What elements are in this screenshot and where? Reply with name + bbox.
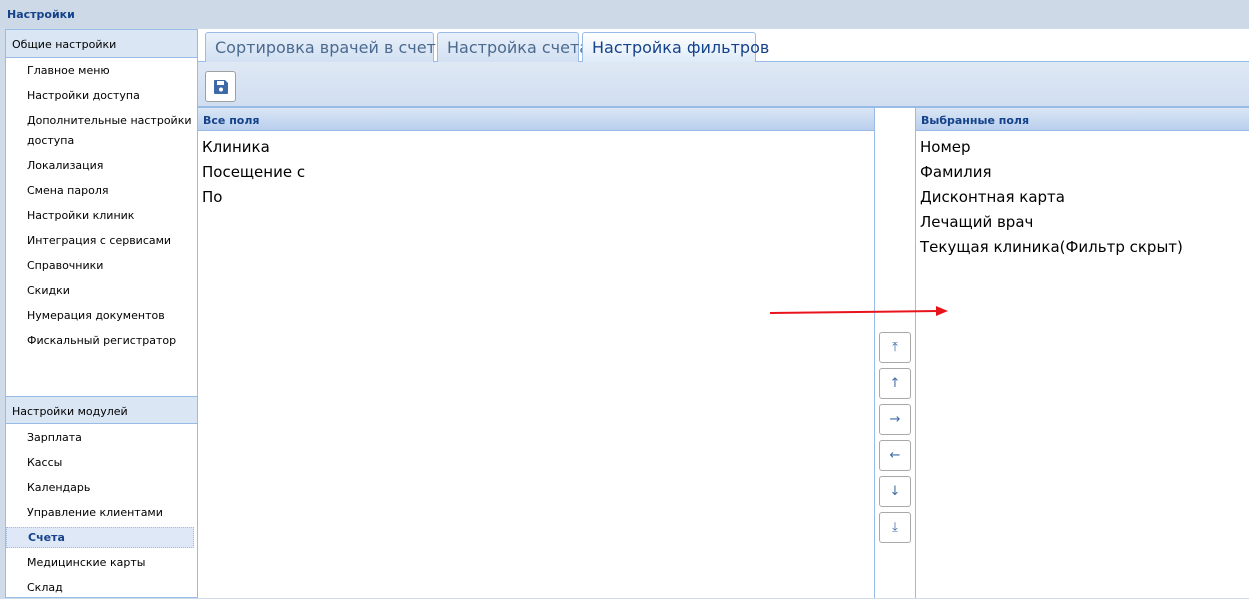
sidebar-item-discounts[interactable]: Скидки <box>6 281 194 302</box>
list-item[interactable]: Посещение с <box>202 163 305 181</box>
tab-doctor-sorting[interactable]: Сортировка врачей в счетах <box>205 32 455 62</box>
sidebar-item-cashboxes[interactable]: Кассы <box>6 453 194 474</box>
arrow-down-icon: ↓ <box>889 484 901 499</box>
sidebar-item-calendar[interactable]: Календарь <box>6 478 194 499</box>
all-fields-header: Все поля <box>198 108 874 131</box>
tab-invoice-settings[interactable]: Настройка счета <box>437 32 589 62</box>
save-button[interactable] <box>205 71 236 102</box>
list-item[interactable]: Лечащий врач <box>920 213 1033 231</box>
list-item[interactable]: По <box>202 188 222 206</box>
sidebar-item-clients[interactable]: Управление клиентами <box>6 503 194 524</box>
arrow-left-icon: ← <box>889 448 901 463</box>
all-fields-panel: Все поля Клиника Посещение с По <box>197 108 874 598</box>
sidebar-item-password[interactable]: Смена пароля <box>6 181 194 202</box>
sidebar-item-access[interactable]: Настройки доступа <box>6 86 194 107</box>
general-settings-header[interactable]: Общие настройки <box>6 30 197 58</box>
tab-bar: Сортировка врачей в счетах Настройка сче… <box>198 29 1249 62</box>
red-annotation-arrow-icon <box>769 306 948 316</box>
sidebar-item-numbering[interactable]: Нумерация документов <box>6 306 194 327</box>
sidebar-item-salary[interactable]: Зарплата <box>6 428 194 449</box>
toolbar <box>198 62 1249 108</box>
module-settings-header[interactable]: Настройки модулей <box>6 396 197 424</box>
tab-filter-settings[interactable]: Настройка фильтров <box>582 32 769 62</box>
sidebar-item-invoices[interactable]: Счета <box>6 527 194 548</box>
double-arrow-down-icon: ⤓ <box>892 520 898 535</box>
list-item[interactable]: Текущая клиника(Фильтр скрыт) <box>920 238 1183 256</box>
sidebar-item-clinics[interactable]: Настройки клиник <box>6 206 194 227</box>
sidebar-item-extra-access[interactable]: Дополнительные настройки доступа <box>6 111 194 152</box>
sidebar-item-main-menu[interactable]: Главное меню <box>6 61 194 82</box>
save-icon <box>213 79 228 94</box>
sidebar-item-medical-cards[interactable]: Медицинские карты <box>6 553 194 574</box>
settings-sidebar: Общие настройки Главное меню Настройки д… <box>5 29 198 598</box>
arrow-right-icon: → <box>889 412 901 427</box>
move-down-button[interactable]: ↓ <box>879 476 911 507</box>
selected-fields-header: Выбранные поля <box>916 108 1249 131</box>
double-arrow-up-icon: ⤒ <box>892 340 898 355</box>
move-up-button[interactable]: ↑ <box>879 368 911 399</box>
list-item[interactable]: Дисконтная карта <box>920 188 1065 206</box>
move-right-button[interactable]: → <box>879 404 911 435</box>
sidebar-item-localization[interactable]: Локализация <box>6 156 194 177</box>
move-bottom-button[interactable]: ⤓ <box>879 512 911 543</box>
arrow-up-icon: ↑ <box>889 376 901 391</box>
window-title: Настройки <box>0 0 1249 28</box>
list-item[interactable]: Фамилия <box>920 163 992 181</box>
sidebar-item-fiscal[interactable]: Фискальный регистратор <box>6 331 194 352</box>
list-item[interactable]: Клиника <box>202 138 270 156</box>
sidebar-item-warehouse[interactable]: Склад <box>6 578 194 599</box>
selected-fields-panel: Выбранные поля Номер Фамилия Дисконтная … <box>915 108 1249 598</box>
sidebar-item-integration[interactable]: Интеграция с сервисами <box>6 231 194 252</box>
list-item[interactable]: Номер <box>920 138 971 156</box>
sidebar-item-references[interactable]: Справочники <box>6 256 194 277</box>
move-left-button[interactable]: ← <box>879 440 911 471</box>
move-buttons-column: ⤒ ↑ → ← ↓ ⤓ <box>874 108 915 598</box>
move-top-button[interactable]: ⤒ <box>879 332 911 363</box>
